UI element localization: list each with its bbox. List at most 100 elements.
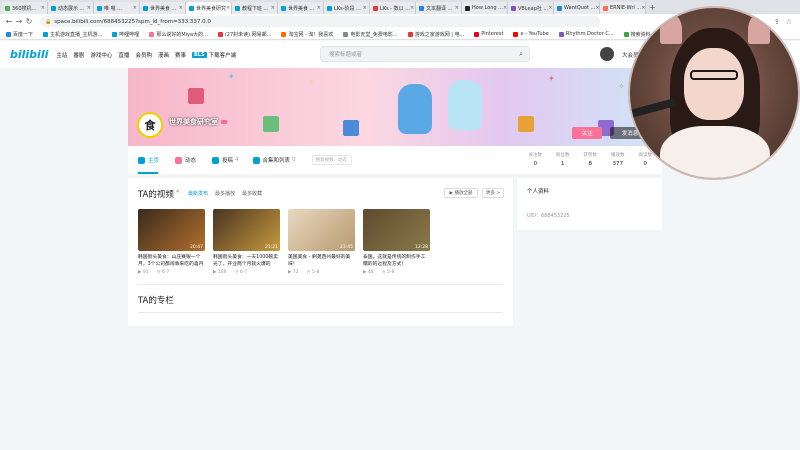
browser-tab[interactable]: 文本翻译 ... × <box>416 2 462 14</box>
section-divider <box>138 284 503 285</box>
bookmark-item[interactable]: 哔哩哔哩 <box>112 31 139 38</box>
browser-tab[interactable]: WantQuot ... × <box>554 2 600 14</box>
close-icon[interactable]: × <box>317 5 321 11</box>
close-icon[interactable]: × <box>226 5 230 11</box>
video-duration: 12:28 <box>415 245 428 250</box>
top-nav-item[interactable]: 游戏中心 <box>90 51 112 59</box>
browser-tab[interactable]: 唯 嗯 ... × <box>94 2 140 14</box>
top-nav-item[interactable]: 赛事 <box>175 51 186 59</box>
follow-button[interactable]: 关注 <box>572 127 602 139</box>
stat-item[interactable]: 获赞数 8 <box>584 152 598 167</box>
video-thumbnail[interactable]: 12:28 <box>363 209 430 251</box>
close-icon[interactable]: × <box>503 5 507 11</box>
close-icon[interactable]: × <box>363 5 367 11</box>
profile-tab[interactable]: 合集和列表 0 <box>252 156 296 164</box>
bookmark-item[interactable]: 主机游戏直播_主机游... <box>43 31 102 38</box>
bookmark-favicon-icon <box>474 31 480 37</box>
browser-tab[interactable]: 世界美食研究 × <box>186 2 232 14</box>
browser-tab[interactable]: 动态展示 ... × <box>48 2 94 14</box>
tab-label: ERNIE-Wri ... <box>610 5 642 11</box>
video-card[interactable]: 21:21 韩国街头美食：一天1000碗卖光了，开业两个月就火爆的 ▶ 166 ◷ 6… <box>213 209 280 275</box>
profile-tab[interactable]: 投稿 4 <box>212 156 239 164</box>
bookmark-item[interactable]: Pinterest <box>474 31 503 37</box>
sort-tab[interactable]: 最新发布 <box>188 190 208 197</box>
browser-tab[interactable]: How Long ... × <box>462 2 508 14</box>
video-thumbnail[interactable]: 21:21 <box>213 209 280 251</box>
tab-label: 动态展示 ... <box>58 5 85 12</box>
video-thumbnail[interactable]: 20:47 <box>138 209 205 251</box>
bookmark-label: (27封未读) 网易邮... <box>224 31 272 38</box>
play-count-value: 72 <box>292 270 299 275</box>
video-title[interactable]: 泰国，这就是传统的制作手工糯的的过程及方式！ <box>363 254 430 268</box>
top-nav-item[interactable]: 主站 <box>56 51 67 59</box>
top-nav-item[interactable]: 直播 <box>118 51 129 59</box>
stat-item[interactable]: 播放数 377 <box>611 152 625 167</box>
forward-icon[interactable]: → <box>14 17 24 26</box>
bookmark-item[interactable]: 淘宝网 - 淘！我喜欢 <box>281 31 333 38</box>
close-icon[interactable]: × <box>548 5 552 11</box>
browser-tab[interactable]: 世界美食 ... × <box>140 2 186 14</box>
new-tab-button[interactable]: + <box>649 2 656 14</box>
close-icon[interactable]: × <box>87 5 91 11</box>
bookmark-item[interactable]: (27封未读) 网易邮... <box>217 31 272 38</box>
video-card[interactable]: 12:28 泰国，这就是传统的制作手工糯的的过程及方式！ ▶ 48 ◷ 5-8 <box>363 209 430 275</box>
bookmark-favicon-icon <box>281 31 287 37</box>
close-icon[interactable]: × <box>179 5 183 11</box>
close-icon[interactable]: × <box>410 5 414 11</box>
tab-icon <box>175 156 183 164</box>
bookmark-item[interactable]: 百度一下 <box>6 31 33 38</box>
search-input[interactable]: 搜索标题或者 ⌕ <box>320 46 530 62</box>
close-icon[interactable]: × <box>133 5 137 11</box>
video-thumbnail[interactable]: 23:45 <box>288 209 355 251</box>
address-bar[interactable]: 🔒 space.bilibili.com/688453225?spm_id_fr… <box>40 16 600 27</box>
browser-tab[interactable]: VBLeap社 ... × <box>508 2 554 14</box>
reload-icon[interactable]: ↻ <box>24 17 34 26</box>
browser-tab[interactable]: ERNIE-Wri ... × <box>600 2 646 14</box>
browser-tab[interactable]: 教程下班 ... × <box>232 2 278 14</box>
video-title[interactable]: 韩国街头美食：一天1000碗卖光了，开业两个月就火爆的 <box>213 254 280 268</box>
stat-item[interactable]: 粉丝数 1 <box>556 152 570 167</box>
videos-section-title: TA的视频 <box>138 190 174 200</box>
video-card[interactable]: 23:45 美国美食 - 刷弟西州最好的美味！ ▶ 72 ◷ 5-8 <box>288 209 355 275</box>
more-videos-button[interactable]: 更多 > <box>482 188 504 198</box>
close-icon[interactable]: × <box>455 5 459 11</box>
back-icon[interactable]: ← <box>4 17 14 26</box>
download-client-link[interactable]: BLS 下载客户端 <box>191 51 236 59</box>
top-nav-item[interactable]: 会员购 <box>135 51 152 59</box>
video-card[interactable]: 20:47 韩国街头美食：山庄赛银一个月，3个公司都闹事来吃的喜月 ▶ 91 ◷ 6-… <box>138 209 205 275</box>
bookmark-item[interactable]: 游戏之家游戏网 | 电... <box>407 31 464 38</box>
sort-tab[interactable]: 最多播放 <box>215 190 235 197</box>
browser-tab[interactable]: 360搜机... × <box>2 2 48 14</box>
profile-search-input[interactable]: 搜索视频、动态 <box>311 155 352 165</box>
close-icon[interactable]: × <box>271 5 275 11</box>
channel-avatar[interactable]: 食 <box>137 112 163 138</box>
stat-item[interactable]: 阅读数 0 <box>639 152 653 167</box>
bookmark-favicon-icon <box>6 31 11 37</box>
close-icon[interactable]: × <box>595 5 599 11</box>
close-icon[interactable]: × <box>641 5 645 11</box>
browser-tab[interactable]: LKs-阶段 ... × <box>324 2 370 14</box>
top-nav-item[interactable]: 番剧 <box>73 51 84 59</box>
play-all-button[interactable]: ▶ 播放全部 <box>444 188 478 198</box>
browser-tab[interactable]: LKs - 数以 ... × <box>370 2 416 14</box>
user-avatar[interactable] <box>600 47 614 61</box>
video-title[interactable]: 韩国街头美食：山庄赛银一个月，3个公司都闹事来吃的喜月 <box>138 254 205 268</box>
bookmark-item[interactable]: e - YouTube <box>513 31 549 37</box>
share-icon[interactable]: ⇪ <box>774 18 780 26</box>
bookmark-item[interactable]: 电影天堂_免费电影... <box>343 31 398 38</box>
gift-decoration <box>188 88 204 104</box>
bookmark-item[interactable]: Rhythm Doctor C... <box>558 31 614 37</box>
browser-tab[interactable]: 世界美食 ... × <box>278 2 324 14</box>
bookmark-item[interactable]: 那么说好的Miya大的... <box>149 31 208 38</box>
sort-tab[interactable]: 最多收藏 <box>242 190 262 197</box>
bilibili-logo[interactable]: bilibili <box>10 48 48 61</box>
bookmark-label: 主机游戏直播_主机游... <box>50 31 103 38</box>
profile-tab[interactable]: 动态 <box>175 156 198 164</box>
star-icon[interactable]: ☆ <box>786 18 792 26</box>
search-icon[interactable]: ⌕ <box>519 50 523 59</box>
close-icon[interactable]: × <box>41 5 45 11</box>
video-title[interactable]: 美国美食 - 刷弟西州最好的美味！ <box>288 254 355 268</box>
profile-tab[interactable]: 主页 <box>138 156 161 164</box>
top-nav-item[interactable]: 漫画 <box>158 51 169 59</box>
stat-item[interactable]: 关注数 0 <box>529 152 543 167</box>
